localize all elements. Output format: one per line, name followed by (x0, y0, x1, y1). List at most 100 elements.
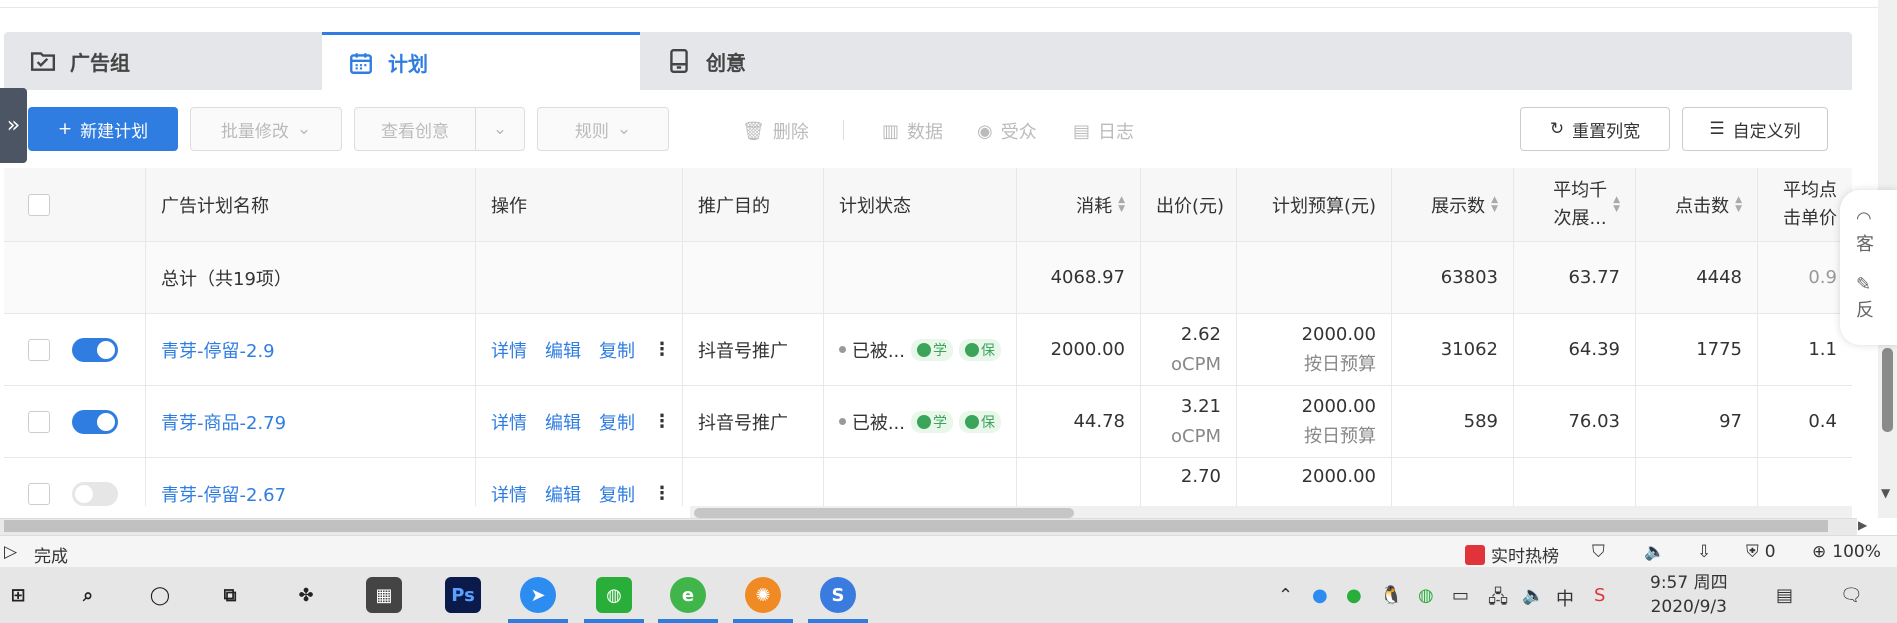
volume-icon[interactable]: 🔈 (1522, 585, 1544, 606)
row-checkbox[interactable] (28, 338, 50, 361)
browser-status-bar: ▷ 完成 实时热榜 ⛉ 🔈 ⇩ ⛨ 0 ⊕ 100% (0, 535, 1897, 567)
scroll-right-arrow-icon[interactable]: ▶ (1858, 518, 1867, 532)
edit-link[interactable]: 编辑 (545, 481, 581, 507)
store-icon[interactable]: ▦ (366, 577, 402, 613)
tab-ad-group[interactable]: 广告组 (4, 32, 322, 90)
plan-name-link[interactable]: 青芽-停留-2.9 (146, 314, 476, 385)
table-row: 青芽-停留-2.67 详情 编辑 复制 ⋮ 2.70 2000.00 (4, 458, 1852, 506)
header-budget: 计划预算(元) (1237, 168, 1392, 241)
side-expand-handle[interactable]: » (0, 88, 27, 163)
ad-block-button[interactable]: ⛨ 0 (1746, 542, 1776, 562)
notes-icon[interactable]: ▤ (1776, 585, 1793, 606)
color-wheel-icon[interactable]: ✺ (745, 577, 781, 613)
view-creative-button[interactable]: 查看创意 (354, 107, 476, 151)
enable-toggle[interactable] (72, 409, 118, 434)
download-icon[interactable]: ⇩ (1697, 542, 1711, 562)
table-scroll-thumb[interactable] (694, 508, 1074, 518)
data-button[interactable]: ▥ 数据 (882, 118, 943, 144)
goal-cell: 抖音号推广 (683, 314, 824, 385)
cpm-cell: 76.03 (1514, 386, 1636, 457)
plan-table: 广告计划名称 操作 推广目的 计划状态 消耗 ▲ ▼ 出价(元) 计划预算(元) 展… (4, 168, 1852, 506)
plan-name-link[interactable]: 青芽-商品-2.79 (146, 386, 476, 457)
tab-creative[interactable]: 创意 (640, 32, 958, 90)
more-vertical-icon[interactable]: ⋮ (653, 411, 671, 432)
row-checkbox[interactable] (28, 410, 50, 433)
reset-column-width-button[interactable]: ↻ 重置列宽 (1520, 107, 1670, 151)
custom-columns-button[interactable]: ☰ 自定义列 (1682, 107, 1828, 151)
network-icon[interactable]: 🖧 (1488, 585, 1508, 615)
hot-list-button[interactable]: 实时热榜 (1465, 542, 1559, 567)
total-cpm: 63.77 (1514, 242, 1636, 313)
qq-icon[interactable]: 🐧 (1380, 585, 1402, 606)
ime-indicator[interactable]: 中 (1556, 585, 1574, 611)
clock[interactable]: 9:57 周四 2020/9/3 (1650, 571, 1728, 619)
copy-link[interactable]: 复制 (599, 337, 635, 363)
tab-label: 计划 (388, 52, 428, 76)
sogou-browser-icon[interactable]: S (820, 577, 856, 613)
top-strip (0, 0, 1897, 8)
search-icon[interactable]: ⌕ (70, 577, 106, 613)
total-impressions: 63803 (1392, 242, 1514, 313)
battery-icon[interactable]: ▭ (1452, 585, 1469, 606)
plan-name-link[interactable]: 青芽-停留-2.67 (146, 458, 476, 506)
edit-link[interactable]: 编辑 (545, 337, 581, 363)
more-vertical-icon[interactable]: ⋮ (653, 483, 671, 504)
detail-link[interactable]: 详情 (491, 481, 527, 507)
row-checkbox[interactable] (28, 482, 50, 505)
rules-dropdown[interactable]: 规则 ⌄ (537, 107, 669, 151)
wechat-icon[interactable]: ◍ (596, 577, 632, 613)
edit-link[interactable]: 编辑 (545, 409, 581, 435)
detail-link[interactable]: 详情 (491, 337, 527, 363)
new-plan-button[interactable]: + 新建计划 (28, 107, 178, 151)
feishu-icon[interactable]: ➤ (520, 577, 556, 613)
header-cost[interactable]: 消耗 ▲ ▼ (1017, 168, 1141, 241)
sort-icon: ▲ ▼ (1118, 194, 1125, 214)
header-impressions[interactable]: 展示数 ▲ ▼ (1392, 168, 1514, 241)
scroll-down-arrow-icon[interactable]: ▼ (1881, 486, 1890, 500)
row-ops: 详情 编辑 复制 ⋮ (476, 386, 683, 457)
more-vertical-icon[interactable]: ⋮ (653, 339, 671, 360)
enable-toggle[interactable] (72, 337, 118, 362)
header-clicks[interactable]: 点击数 ▲ ▼ (1636, 168, 1758, 241)
ie-browser-icon[interactable]: e (670, 577, 706, 613)
pinwheel-app-icon[interactable]: ✤ (288, 577, 324, 613)
vertical-scroll-thumb[interactable] (1882, 348, 1893, 432)
log-button[interactable]: ▤ 日志 (1073, 118, 1134, 144)
delete-button[interactable]: 🗑 删除 (742, 118, 809, 144)
cpc-cell (1758, 458, 1852, 506)
notification-icon[interactable]: 🗨 (1840, 585, 1863, 606)
sogou-ime-icon[interactable]: S (1594, 585, 1605, 606)
active-indicator (584, 619, 644, 623)
tray-expand-icon[interactable]: ⌃ (1278, 585, 1293, 606)
user-circle-icon: ◉ (977, 120, 993, 142)
select-all-checkbox[interactable] (28, 193, 50, 216)
view-creative-dropdown[interactable]: ⌄ (475, 107, 525, 151)
header-cpc[interactable]: 平均点 击单价 (1758, 168, 1852, 241)
budget-cell: 2000.00 按日预算 (1237, 314, 1392, 385)
audience-button[interactable]: ◉ 受众 (977, 118, 1037, 144)
tray-wechat-icon[interactable]: ◍ (1418, 585, 1434, 606)
tray-feishu-icon[interactable]: ● (1312, 585, 1328, 606)
enable-toggle[interactable] (72, 481, 118, 506)
browser-scroll-thumb[interactable] (4, 520, 1828, 532)
floating-service-panel[interactable]: ◠ 客 ✎ 反 (1840, 190, 1897, 345)
table-row: 青芽-停留-2.9 详情 编辑 复制 ⋮ 抖音号推广 已被... 学保 2000.00 … (4, 314, 1852, 386)
copy-link[interactable]: 复制 (599, 481, 635, 507)
batch-edit-dropdown[interactable]: 批量修改 ⌄ (190, 107, 342, 151)
cortana-icon[interactable]: ◯ (142, 577, 178, 613)
zoom-control[interactable]: ⊕ 100% (1812, 542, 1881, 562)
copy-link[interactable]: 复制 (599, 409, 635, 435)
clicks-cell (1636, 458, 1758, 506)
cost-cell (1017, 458, 1141, 506)
speaker-icon[interactable]: 🔈 (1644, 542, 1665, 562)
windows-start-icon[interactable]: ⊞ (0, 577, 36, 613)
row-ops: 详情 编辑 复制 ⋮ (476, 458, 683, 506)
tray-app-icon[interactable]: ● (1346, 585, 1362, 606)
tab-plan[interactable]: 计划 (322, 32, 640, 90)
shield-check-icon[interactable]: ⛉ (1592, 542, 1605, 562)
photoshop-icon[interactable]: Ps (445, 577, 481, 613)
detail-link[interactable]: 详情 (491, 409, 527, 435)
row-select-cell (4, 458, 146, 506)
task-view-icon[interactable]: ⧉ (212, 577, 248, 613)
header-cpm[interactable]: 平均千 次展... ▲ ▼ (1514, 168, 1636, 241)
